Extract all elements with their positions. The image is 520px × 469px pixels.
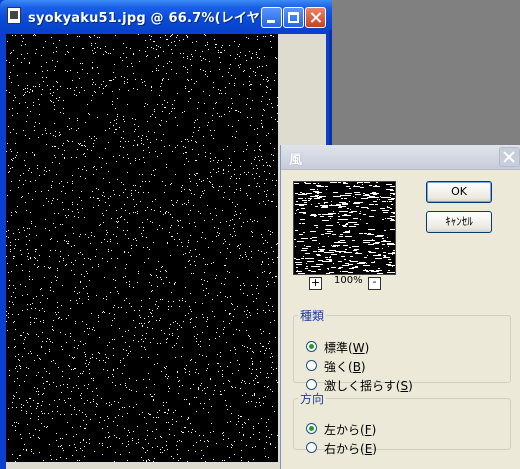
type-option-standard-close: ) [364, 341, 370, 355]
dialog-title: 風 [289, 153, 303, 168]
type-group-legend: 種類 [300, 309, 325, 323]
direction-group: 方向 左から(F) 右から(E) [293, 390, 511, 456]
direction-group-legend: 方向 [300, 392, 325, 406]
dialog-close-button[interactable] [499, 147, 520, 167]
document-titlebar[interactable]: syokyaku51.jpg @ 66.7%(レイヤー [0, 0, 332, 30]
close-button[interactable] [305, 7, 326, 28]
zoom-out-button[interactable]: - [368, 276, 381, 290]
direction-option-left-label: 左から(F) [324, 421, 376, 438]
filter-preview[interactable] [293, 181, 396, 275]
cancel-button[interactable]: ｷｬﾝｾﾙ [426, 211, 492, 233]
type-option-strong-close: ) [360, 360, 366, 374]
document-icon [7, 7, 21, 24]
radio-from-left[interactable] [306, 423, 317, 434]
dialog-titlebar[interactable]: 風 [281, 145, 520, 170]
type-option-standard-key: W [352, 341, 365, 355]
zoom-in-button[interactable]: + [309, 277, 322, 290]
canvas-gutter-bottom [6, 462, 326, 469]
radio-stagger[interactable] [306, 379, 317, 390]
direction-option-left-key: F [364, 423, 372, 437]
ok-button[interactable]: OK [426, 181, 492, 203]
wind-dialog: 風 + 100% - OK ｷｬﾝｾﾙ 種類 標準(W) 強く(B) 激しく揺ら… [280, 145, 520, 469]
direction-option-right-label: 右から(E) [324, 440, 377, 457]
direction-option-left-text: 左から( [324, 423, 365, 437]
image-canvas[interactable] [6, 34, 278, 462]
type-option-standard-label: 標準(W) [324, 339, 369, 356]
radio-from-right[interactable] [306, 442, 317, 453]
type-option-standard-text: 標準( [324, 341, 353, 355]
direction-option-right-close: ) [372, 442, 377, 456]
type-option-strong-key: B [352, 360, 361, 374]
radio-standard[interactable] [306, 341, 317, 352]
preview-image [294, 182, 395, 274]
type-option-strong-label: 強く(B) [324, 358, 366, 375]
type-group: 種類 標準(W) 強く(B) 激しく揺らす(S) [293, 307, 511, 393]
direction-option-left-close: ) [371, 423, 377, 437]
direction-option-right-text: 右から( [324, 442, 365, 456]
noise-image [6, 34, 278, 462]
maximize-button[interactable] [283, 7, 304, 28]
radio-strong[interactable] [306, 360, 317, 371]
minimize-button[interactable] [261, 7, 282, 28]
document-title: syokyaku51.jpg @ 66.7%(レイヤー [28, 11, 274, 26]
zoom-level: 100% [334, 275, 363, 286]
type-option-strong-text: 強く( [324, 360, 353, 374]
